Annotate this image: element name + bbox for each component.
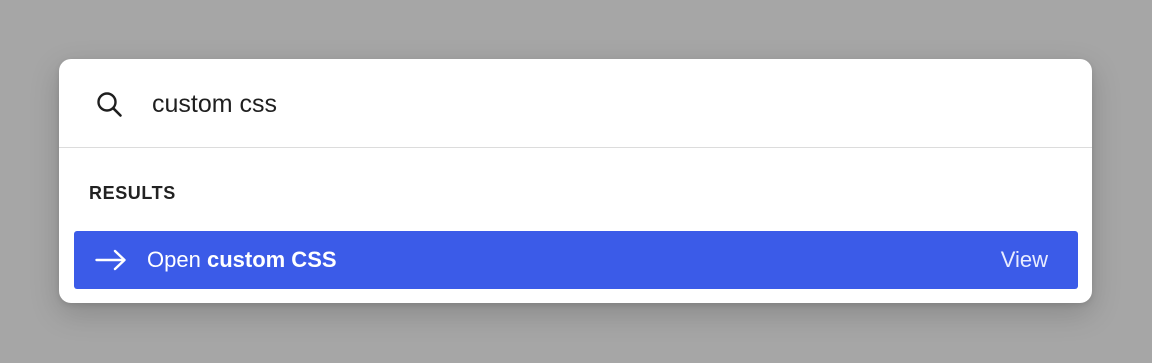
result-prefix: Open — [147, 247, 201, 272]
search-input[interactable] — [152, 85, 1032, 123]
search-bar — [59, 59, 1092, 148]
result-label: Open custom CSS — [147, 247, 337, 273]
result-match: custom CSS — [206, 247, 337, 272]
result-item-open-custom-css[interactable]: Open custom CSS View — [74, 231, 1078, 289]
arrow-right-icon — [95, 249, 127, 271]
results-section-label: RESULTS — [89, 183, 176, 203]
command-palette: RESULTS Open custom CSS View — [59, 59, 1092, 303]
result-action-view: View — [1000, 247, 1048, 272]
search-icon — [96, 91, 123, 118]
